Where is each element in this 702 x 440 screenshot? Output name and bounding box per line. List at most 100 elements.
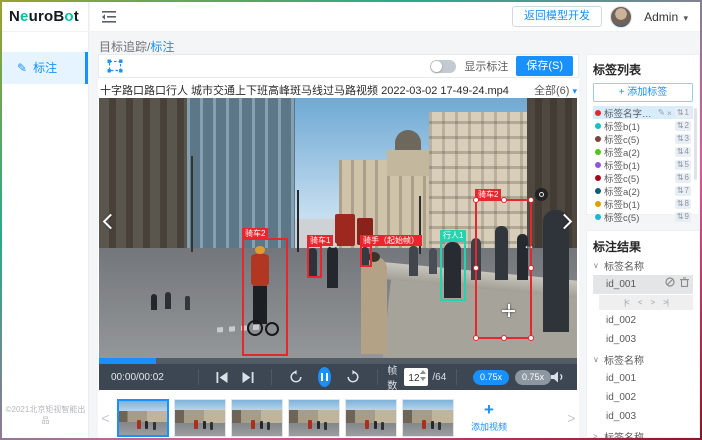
step-up-icon[interactable] [420, 370, 426, 374]
thumbs-next-arrow[interactable]: > [565, 410, 578, 426]
rewind-icon[interactable] [289, 370, 303, 384]
video-thumbnail[interactable] [402, 399, 454, 437]
sidebar: NeuroBot ✎标注 ©2021北京矩视智能出品 [2, 2, 89, 438]
thumbs-prev-arrow[interactable]: < [99, 410, 112, 426]
breadcrumb-root[interactable]: 目标追踪 [99, 40, 147, 54]
logo-text: t [74, 8, 79, 25]
bbox-label: 骑车2 [475, 189, 501, 200]
result-item-label: id_002 [606, 311, 636, 330]
avatar[interactable] [610, 6, 632, 28]
result-item[interactable]: id_002 [593, 388, 693, 407]
pause-button[interactable] [318, 367, 331, 387]
pager-prev[interactable]: < [638, 298, 642, 307]
bbox-label: 骑车2 [242, 228, 268, 239]
result-item-label: id_003 [606, 407, 636, 426]
save-button[interactable]: 保存(S) [516, 56, 573, 76]
skip-start-icon[interactable] [216, 372, 228, 383]
filter-dropdown[interactable]: 全部(6) ▾ [534, 82, 577, 98]
tag-list-item[interactable]: 标签c(5) ⇅3 [593, 132, 693, 145]
video-title: 十字路口路口行人 城市交通上下班高峰斑马线过马路视频 2022-03-02 17… [100, 82, 509, 98]
result-item[interactable]: id_001 [593, 369, 693, 388]
pager-first[interactable]: |< [624, 298, 629, 307]
delete-icon[interactable]: × [667, 108, 672, 118]
result-item[interactable]: id_003 [593, 330, 693, 349]
resize-handle[interactable] [473, 197, 479, 203]
edit-icon[interactable]: ✎ [658, 107, 665, 118]
tag-list-item[interactable]: 标签b(1) ⇅8 [593, 197, 693, 210]
resize-handle[interactable] [473, 335, 479, 341]
speed-pill-active[interactable]: 0.75x [473, 370, 509, 385]
hide-icon[interactable] [665, 275, 675, 294]
result-item-label: id_002 [606, 388, 636, 407]
user-menu[interactable]: Admin ▾ [644, 10, 688, 24]
bbox-pedestrian1[interactable]: 行人1 [440, 240, 466, 301]
result-group-header[interactable]: ∨ 标签名称 [593, 256, 693, 275]
resize-handle[interactable] [528, 335, 534, 341]
tag-list-item[interactable]: 标签b(1) ⇅5 [593, 158, 693, 171]
back-to-model-dev-button[interactable]: 返回模型开发 [512, 6, 602, 27]
video-prev-arrow[interactable] [105, 216, 117, 236]
video-thumbnail[interactable] [117, 399, 169, 437]
tag-list-panel: 标签列表 + 添加标签 标签名字最长数... ✎ × ⇅1 标签b(1) ⇅2 … [586, 54, 700, 215]
sidebar-item-label: 标注 [33, 61, 57, 75]
box-action-button[interactable] [535, 188, 548, 201]
logo-text: uroB [29, 8, 65, 25]
tag-list-item[interactable]: 标签a(2) ⇅7 [593, 184, 693, 197]
result-group-header[interactable]: ∨ 标签名称 [593, 350, 693, 369]
resize-handle[interactable] [501, 197, 507, 203]
video-canvas[interactable]: 骑车2 骑车1 骑手（起始帧） 行人1 骑车2 [99, 98, 577, 364]
add-tag-button[interactable]: + 添加标签 [593, 83, 693, 102]
tag-list-item[interactable]: 标签c(5) ⇅9 [593, 210, 693, 223]
pager-next[interactable]: > [651, 298, 655, 307]
tag-label: 标签c(5) [604, 210, 672, 224]
bbox-rider2-selected[interactable]: 骑车2 [475, 199, 532, 339]
resize-handle[interactable] [501, 335, 507, 341]
result-group-header[interactable]: > 标签名称 [593, 427, 693, 438]
speed-pill-secondary[interactable]: 0.75x [515, 370, 551, 385]
bbox-rider1[interactable]: 骑车1 [307, 245, 322, 278]
video-next-arrow[interactable] [559, 216, 571, 236]
shortcut-number: 8 [685, 199, 689, 209]
step-down-icon[interactable] [420, 377, 426, 381]
frame-count-label: 帧数 [387, 362, 400, 392]
add-video-button[interactable]: + 添加视频 [460, 396, 518, 439]
result-item[interactable]: id_003 [593, 407, 693, 426]
sidebar-item-annotate[interactable]: ✎标注 [2, 52, 89, 84]
menu-fold-icon[interactable] [102, 10, 116, 28]
screen-frame: NeuroBot ✎标注 ©2021北京矩视智能出品 返回模型开发 Admin … [0, 0, 702, 440]
video-thumbnail[interactable] [345, 399, 397, 437]
video-thumbnail[interactable] [231, 399, 283, 437]
forward-icon[interactable] [346, 370, 360, 384]
video-thumbnail[interactable] [288, 399, 340, 437]
tag-label: 标签c(5) [604, 132, 672, 146]
horizontal-resize-icon: ↔ [523, 238, 535, 252]
chevron-open-icon: ∨ [593, 261, 604, 270]
sort-icon: ⇅ [677, 173, 684, 183]
trash-icon[interactable] [680, 275, 689, 294]
pager-last[interactable]: >| [663, 298, 668, 307]
result-item-selected[interactable]: id_001 [593, 275, 693, 294]
tag-list-item[interactable]: 标签c(5) ⇅6 [593, 171, 693, 184]
show-annotation-toggle[interactable] [430, 60, 456, 73]
resize-handle[interactable] [473, 265, 479, 271]
resize-handle[interactable] [528, 197, 534, 203]
tag-list-item[interactable]: 标签名字最长数... ✎ × ⇅1 [593, 106, 693, 119]
rect-select-tool-icon[interactable] [107, 59, 123, 73]
resize-handle[interactable] [528, 265, 534, 271]
tag-color-dot [595, 188, 601, 194]
bbox-rider2[interactable]: 骑车2 [242, 238, 288, 356]
tag-shortcut-badge: ⇅8 [675, 199, 691, 209]
skip-end-icon[interactable] [242, 372, 254, 383]
scrollbar[interactable] [694, 108, 697, 180]
stepper-arrows[interactable] [420, 370, 426, 381]
bbox-rider-startframe[interactable]: 骑手（起始帧） [360, 245, 372, 267]
top-bar: 返回模型开发 Admin ▾ [90, 2, 700, 32]
volume-icon[interactable] [551, 371, 565, 383]
video-thumbnail[interactable] [174, 399, 226, 437]
result-item[interactable]: id_002 [593, 311, 693, 330]
active-menu-indicator [85, 52, 88, 84]
tag-list-item[interactable]: 标签a(2) ⇅4 [593, 145, 693, 158]
tag-shortcut-badge: ⇅9 [675, 212, 691, 222]
tag-list-item[interactable]: 标签b(1) ⇅2 [593, 119, 693, 132]
frame-number-stepper [404, 368, 428, 386]
